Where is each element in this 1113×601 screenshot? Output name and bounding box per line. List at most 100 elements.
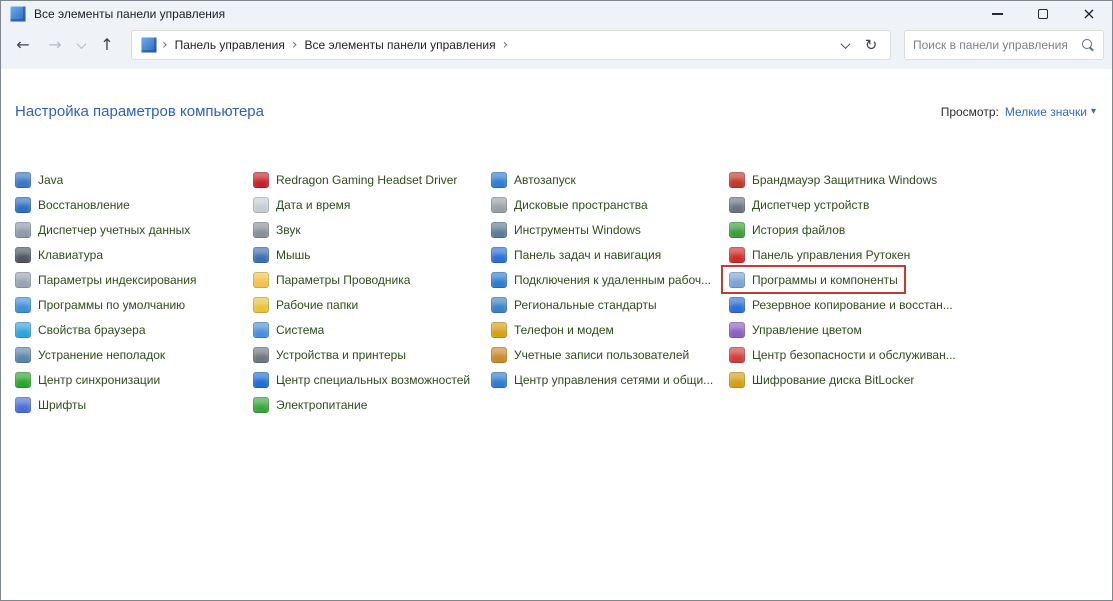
breadcrumb-chevron-icon: › <box>287 37 303 53</box>
item-label: История файлов <box>752 223 845 237</box>
item-label: Автозапуск <box>514 173 576 187</box>
control-panel-item[interactable]: Устройства и принтеры <box>247 342 412 367</box>
items-column-2: Redragon Gaming Headset Driver Дата и вр… <box>253 167 491 417</box>
maximize-button[interactable] <box>1020 1 1066 27</box>
control-panel-item[interactable]: Управление цветом <box>723 317 868 342</box>
item-label: Панель задач и навигация <box>514 248 661 262</box>
system-icon <box>253 322 269 338</box>
control-panel-item[interactable]: Звук <box>247 217 307 242</box>
breadcrumb-item-all-items[interactable]: Все элементы панели управления <box>302 38 497 52</box>
control-panel-item[interactable]: Панель задач и навигация <box>485 242 667 267</box>
control-panel-item[interactable]: Дата и время <box>247 192 356 217</box>
search-input[interactable] <box>913 38 1081 52</box>
address-bar[interactable]: › Панель управления › Все элементы панел… <box>131 30 891 60</box>
work-folders-icon <box>253 297 269 313</box>
control-panel-item[interactable]: Java <box>9 167 69 192</box>
control-panel-item[interactable]: Восстановление <box>9 192 136 217</box>
item-label: Звук <box>276 223 301 237</box>
control-panel-item[interactable]: Дисковые пространства <box>485 192 654 217</box>
control-panel-icon <box>141 37 157 53</box>
control-panel-item[interactable]: Устранение неполадок <box>9 342 171 367</box>
internet-options-icon <box>15 322 31 338</box>
control-panel-item[interactable]: Диспетчер устройств <box>723 192 875 217</box>
topbar: Все элементы панели управления × ← → <box>1 1 1112 69</box>
control-panel-item[interactable]: Телефон и модем <box>485 317 620 342</box>
control-panel-item[interactable]: Программы и компоненты <box>723 267 904 292</box>
page-header: Настройка параметров компьютера Просмотр… <box>15 103 1096 120</box>
back-icon: ← <box>16 37 29 53</box>
control-panel-item[interactable]: Инструменты Windows <box>485 217 647 242</box>
forward-button[interactable]: → <box>39 30 71 60</box>
control-panel-item[interactable]: Шрифты <box>9 392 92 417</box>
item-label: Резервное копирование и восстан... <box>752 298 953 312</box>
view-selector[interactable]: Мелкие значки ▾ <box>1005 105 1096 119</box>
control-panel-item[interactable]: Мышь <box>247 242 317 267</box>
control-panel-item[interactable]: Диспетчер учетных данных <box>9 217 196 242</box>
control-panel-item[interactable]: Программы по умолчанию <box>9 292 191 317</box>
item-label: Дата и время <box>276 198 350 212</box>
ease-of-access-icon <box>253 372 269 388</box>
item-label: Региональные стандарты <box>514 298 657 312</box>
item-label: Программы и компоненты <box>752 273 898 287</box>
file-explorer-options-icon <box>253 272 269 288</box>
back-button[interactable]: ← <box>7 30 39 60</box>
minimize-icon <box>992 13 1003 14</box>
mouse-icon <box>253 247 269 263</box>
control-panel-item[interactable]: Центр специальных возможностей <box>247 367 476 392</box>
item-label: Дисковые пространства <box>514 198 648 212</box>
keyboard-icon <box>15 247 31 263</box>
windows-tools-icon <box>491 222 507 238</box>
control-panel-item[interactable]: Учетные записи пользователей <box>485 342 695 367</box>
control-panel-item[interactable]: Центр управления сетями и общи... <box>485 367 719 392</box>
refresh-button[interactable]: ↻ <box>858 31 884 59</box>
control-panel-item[interactable]: Электропитание <box>247 392 373 417</box>
control-panel-item[interactable]: Клавиатура <box>9 242 109 267</box>
history-dropdown-button[interactable] <box>71 30 91 60</box>
minimize-button[interactable] <box>974 1 1020 27</box>
control-panel-item[interactable]: Центр безопасности и обслуживан... <box>723 342 962 367</box>
network-sharing-icon <box>491 372 507 388</box>
control-panel-item[interactable]: История файлов <box>723 217 851 242</box>
breadcrumb-item-control-panel[interactable]: Панель управления <box>173 38 287 52</box>
item-label: Учетные записи пользователей <box>514 348 689 362</box>
view-label: Просмотр: <box>941 105 999 119</box>
control-panel-item[interactable]: Параметры Проводника <box>247 267 416 292</box>
control-panel-item[interactable]: Брандмауэр Защитника Windows <box>723 167 943 192</box>
breadcrumb-chevron-icon: › <box>498 37 514 53</box>
sync-center-icon <box>15 372 31 388</box>
default-programs-icon <box>15 297 31 313</box>
security-maintenance-icon <box>729 347 745 363</box>
close-button[interactable]: × <box>1066 1 1112 27</box>
credential-manager-icon <box>15 222 31 238</box>
control-panel-item[interactable]: Резервное копирование и восстан... <box>723 292 959 317</box>
search-icon <box>1081 38 1095 52</box>
color-management-icon <box>729 322 745 338</box>
java-icon <box>15 172 31 188</box>
control-panel-item[interactable]: Шифрование диска BitLocker <box>723 367 920 392</box>
up-button[interactable]: ↑ <box>91 30 123 60</box>
control-panel-item[interactable]: Подключения к удаленным рабоч... <box>485 267 717 292</box>
control-panel-item[interactable]: Параметры индексирования <box>9 267 202 292</box>
recovery-icon <box>15 197 31 213</box>
control-panel-item[interactable]: Redragon Gaming Headset Driver <box>247 167 463 192</box>
control-panel-item[interactable]: Рабочие папки <box>247 292 364 317</box>
page-title: Настройка параметров компьютера <box>15 103 264 120</box>
redragon-icon <box>253 172 269 188</box>
devices-printers-icon <box>253 347 269 363</box>
control-panel-item[interactable]: Система <box>247 317 330 342</box>
chevron-down-icon <box>76 39 86 49</box>
user-accounts-icon <box>491 347 507 363</box>
control-panel-item[interactable]: Центр синхронизации <box>9 367 166 392</box>
address-dropdown-button[interactable] <box>832 31 858 59</box>
item-label: Центр управления сетями и общи... <box>514 373 713 387</box>
control-panel-item[interactable]: Автозапуск <box>485 167 582 192</box>
bitlocker-icon <box>729 372 745 388</box>
item-label: Телефон и модем <box>514 323 614 337</box>
control-panel-item[interactable]: Региональные стандарты <box>485 292 663 317</box>
control-panel-item[interactable]: Свойства браузера <box>9 317 152 342</box>
file-history-icon <box>729 222 745 238</box>
items-column-1: Java Восстановление Диспетчер учетных да… <box>15 167 253 417</box>
programs-features-icon <box>729 272 745 288</box>
control-panel-item[interactable]: Панель управления Рутокен <box>723 242 916 267</box>
item-label: Параметры индексирования <box>38 273 196 287</box>
